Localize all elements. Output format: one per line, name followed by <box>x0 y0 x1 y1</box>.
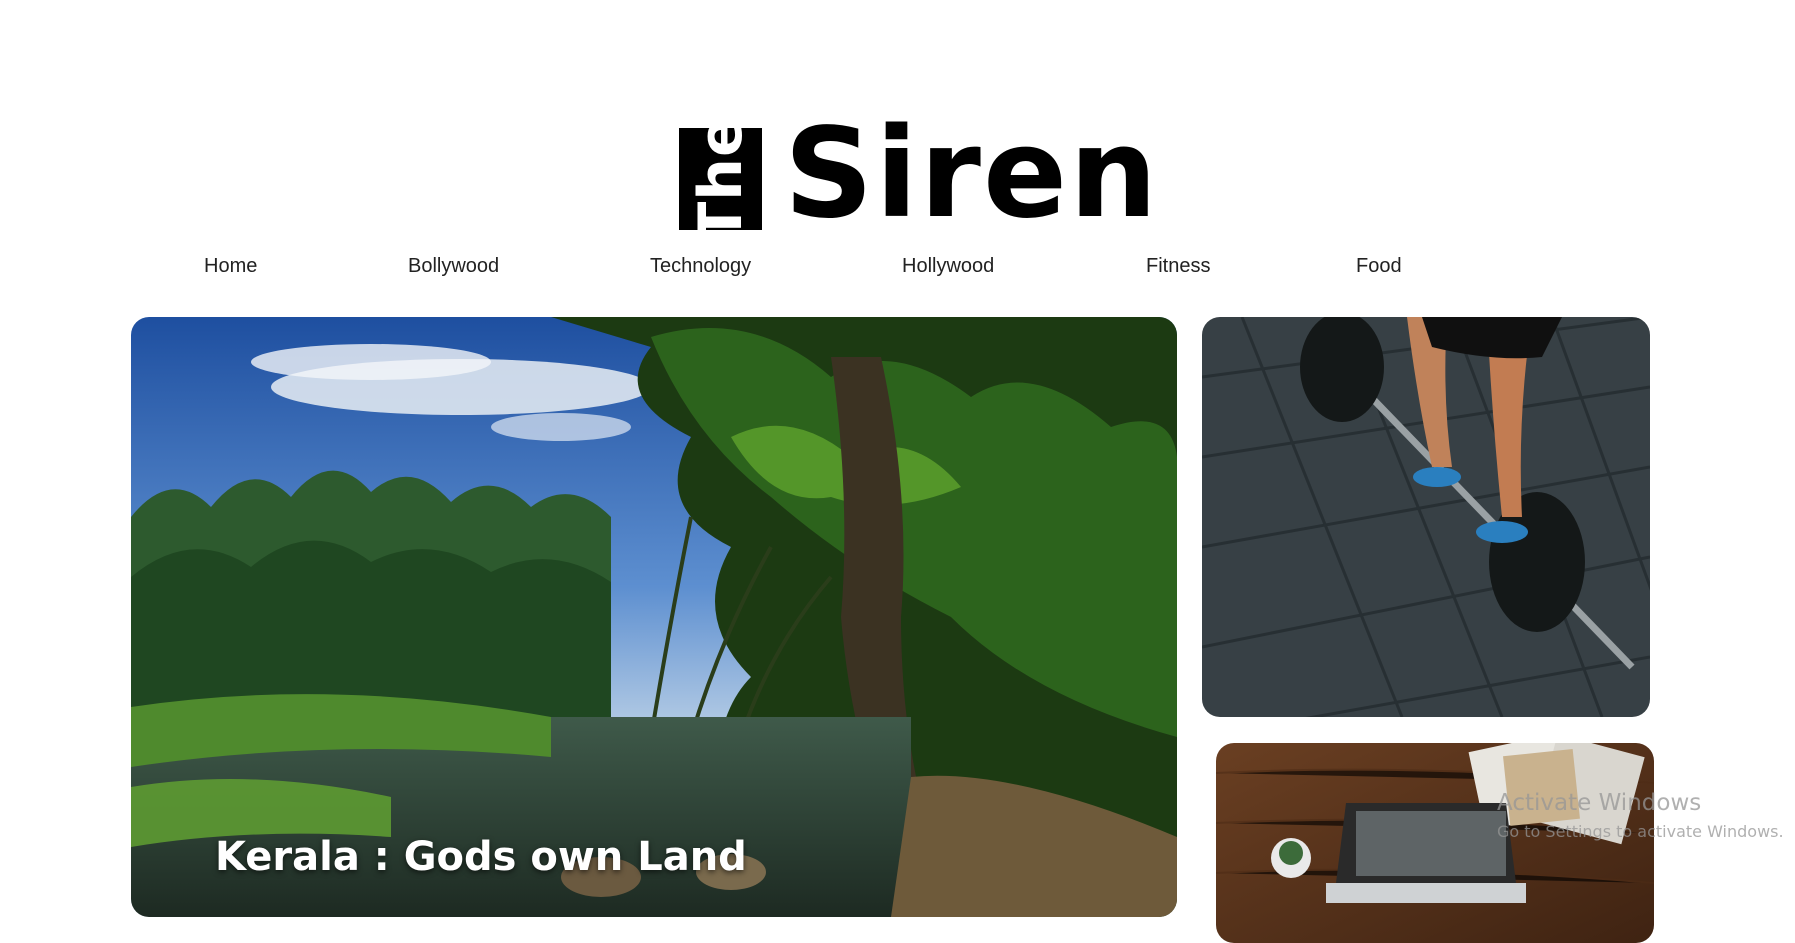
nav-item-food[interactable]: Food <box>1356 255 1402 278</box>
laptop-desk-image <box>1216 743 1654 943</box>
site-logo[interactable]: The Siren <box>679 112 1159 236</box>
nav-item-technology[interactable]: Technology <box>650 255 751 278</box>
kerala-landscape-image <box>131 317 1177 917</box>
featured-article-card[interactable]: Kerala : Gods own Land <box>131 317 1177 917</box>
main-nav: Home Bollywood Technology Hollywood Fitn… <box>0 255 1795 281</box>
logo-mark: The <box>679 128 762 230</box>
logo-name: Siren <box>784 102 1160 246</box>
fitness-article-card[interactable] <box>1202 317 1650 717</box>
logo-prefix: The <box>685 128 756 230</box>
nav-item-hollywood[interactable]: Hollywood <box>902 255 994 278</box>
technology-article-card[interactable] <box>1216 743 1654 943</box>
fitness-deadlift-image <box>1202 317 1650 717</box>
nav-item-bollywood[interactable]: Bollywood <box>408 255 499 278</box>
nav-item-home[interactable]: Home <box>204 255 257 278</box>
nav-item-fitness[interactable]: Fitness <box>1146 255 1210 278</box>
hero-title[interactable]: Kerala : Gods own Land <box>215 834 747 880</box>
